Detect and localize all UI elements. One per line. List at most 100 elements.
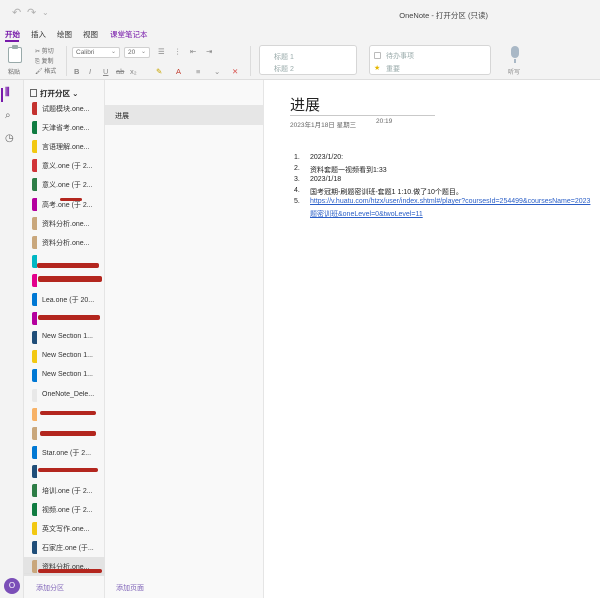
section-item[interactable]: 言语理解.one...	[24, 137, 105, 156]
style-heading-2[interactable]: 标题 2	[274, 64, 294, 74]
section-item[interactable]: 资料分析.one...	[24, 233, 105, 252]
pages-panel	[105, 80, 264, 598]
section-name: 试题模块.one...	[42, 106, 90, 113]
add-page-button[interactable]: 添加页面	[116, 583, 144, 593]
page-item-label: 进展	[115, 113, 129, 120]
section-color-tab	[32, 369, 37, 383]
section-item[interactable]: 英文写作.one...	[24, 519, 105, 538]
page-item[interactable]: 进展	[105, 105, 264, 125]
list-item[interactable]: 题密训班&oneLevel=0&twoLevel=11	[294, 209, 600, 220]
hyperlink[interactable]: 题密训班&oneLevel=0&twoLevel=11	[310, 209, 423, 219]
section-color-tab	[32, 293, 37, 306]
section-color-tab	[32, 560, 37, 574]
redaction-mark	[60, 198, 82, 201]
recent-clock-icon[interactable]: ◷	[5, 133, 14, 144]
tab-class-notebook[interactable]: 课堂笔记本	[110, 29, 148, 40]
section-color-tab	[32, 541, 37, 555]
section-name: 石家庄.one (于...	[42, 545, 94, 553]
section-name: Star.one (于 2...	[42, 449, 92, 457]
add-section-button[interactable]: 添加分区	[36, 583, 64, 593]
page-title[interactable]: 进展	[290, 94, 320, 115]
section-item[interactable]: New Section 1...	[24, 366, 105, 385]
section-item[interactable]: New Section 1...	[24, 328, 105, 347]
section-item[interactable]: 意义.one (于 2...	[24, 156, 105, 175]
window-title: OneNote - 打开分区 (只读)	[399, 11, 488, 20]
section-item[interactable]: 天津省考.one...	[24, 118, 105, 137]
section-item[interactable]: New Section 1...	[24, 347, 105, 366]
numbered-list-icon[interactable]: ⋮	[174, 47, 182, 56]
tag-todo[interactable]: 待办事项	[386, 51, 414, 61]
section-color-tab	[32, 197, 37, 211]
align-options-icon[interactable]: ⌄	[214, 67, 220, 76]
section-item[interactable]: OneNote_Dele...	[24, 386, 105, 405]
section-item[interactable]: Star.one (于 2...	[24, 443, 105, 462]
font-name-select[interactable]: Calibri ⌄	[72, 47, 120, 58]
section-color-tab	[32, 484, 37, 497]
list-item[interactable]: 1. 2023/1/20:	[294, 154, 600, 165]
section-item[interactable]: 培训.one (于 2...	[24, 481, 105, 500]
section-name: 资料分析.one...	[42, 220, 90, 228]
font-size-select[interactable]: 20 ⌄	[124, 47, 150, 58]
list-item[interactable]: 3. 2023/1/18	[294, 176, 600, 187]
outdent-icon[interactable]: ⇤	[190, 47, 196, 56]
microphone-icon[interactable]	[511, 46, 519, 63]
star-icon: ★	[374, 65, 381, 72]
section-item[interactable]: 资料分析.one...	[24, 214, 105, 233]
list-item[interactable]: 5. https://v.huatu.com/htzx/user/index.sh…	[294, 198, 600, 209]
list-item[interactable]: 2. 资料套题一视频看到1:33	[294, 165, 600, 176]
tag-important[interactable]: 重要	[386, 64, 400, 74]
section-item[interactable]: 试题模块.one...	[24, 99, 105, 118]
tab-insert[interactable]: 插入	[31, 29, 46, 40]
format-painter-button[interactable]: 🖌 格式	[35, 66, 56, 75]
list-text: 资料套题一视频看到1:33	[310, 167, 387, 174]
tab-draw[interactable]: 绘图	[57, 29, 72, 40]
section-color-tab	[32, 426, 37, 440]
section-color-tab	[32, 216, 37, 230]
section-item[interactable]: 意义.one (于 2...	[24, 175, 105, 194]
section-color-tab	[32, 350, 37, 364]
highlight-icon[interactable]: ✎	[156, 67, 162, 76]
avatar[interactable]: O	[4, 578, 20, 594]
underline-button[interactable]: U	[103, 67, 108, 76]
section-item[interactable]: 石家庄.one (于...	[24, 538, 105, 557]
section-name: 意义.one (于 2...	[42, 163, 93, 171]
list-icon[interactable]: ☰	[158, 47, 165, 56]
notebook-picker[interactable]: 打开分区 ⌄	[30, 88, 78, 99]
hyperlink[interactable]: https://v.huatu.com/htzx/user/index.shtm…	[310, 198, 590, 205]
section-name: New Section 1...	[42, 333, 93, 341]
style-heading-1[interactable]: 标题 1	[274, 52, 294, 62]
section-item[interactable]: 视频.one (于 2...	[24, 500, 105, 519]
note-list[interactable]: 1. 2023/1/20: 2. 资料套题一视频看到1:33 3. 2023/1/18 4.…	[294, 154, 600, 220]
section-name: 言语理解.one...	[42, 144, 90, 152]
notebooks-icon[interactable]: ⫼	[5, 87, 10, 98]
list-number: 1.	[294, 154, 300, 161]
notebook-icon	[30, 89, 37, 97]
section-color-tab	[32, 273, 37, 287]
font-color-icon[interactable]: A	[176, 67, 181, 76]
redaction-mark	[37, 263, 99, 268]
section-color-tab	[32, 102, 37, 115]
list-number: 5.	[294, 198, 300, 205]
indent-icon[interactable]: ⇥	[206, 47, 212, 56]
clear-formatting-icon[interactable]: ✕	[232, 67, 238, 76]
strikethrough-button[interactable]: ab	[116, 67, 124, 76]
checkbox-icon	[374, 52, 381, 59]
italic-button[interactable]: I	[89, 67, 91, 76]
section-item[interactable]: Lea.one (于 20...	[24, 290, 105, 309]
ribbon: 粘贴 ✂ 剪切 ⎘ 复制 🖌 格式 Calibri ⌄ 20 ⌄ ☰ ⋮ ⇤ ⇥ B…	[0, 42, 600, 80]
cut-button[interactable]: ✂ 剪切	[35, 46, 54, 55]
tags-gallery[interactable]: 待办事项 ★ 重要	[369, 45, 491, 75]
tab-home[interactable]: 开始	[5, 29, 20, 40]
paste-icon[interactable]	[8, 45, 22, 63]
copy-button[interactable]: ⎘ 复制	[35, 56, 53, 66]
subscript-button[interactable]: x₂	[130, 67, 137, 76]
align-icon[interactable]: ≡	[196, 67, 200, 76]
tab-view[interactable]: 视图	[83, 29, 98, 40]
section-color-tab	[32, 178, 37, 192]
styles-gallery[interactable]: 标题 1 标题 2	[259, 45, 357, 75]
bold-button[interactable]: B	[74, 67, 79, 76]
section-color-tab	[32, 522, 37, 536]
list-item[interactable]: 4. 国考冠期-刷题密训班-套题1 1:10.做了10个题目。	[294, 187, 600, 198]
section-name: 意义.one (于 2...	[42, 182, 93, 190]
search-icon[interactable]: ⌕	[5, 110, 11, 121]
